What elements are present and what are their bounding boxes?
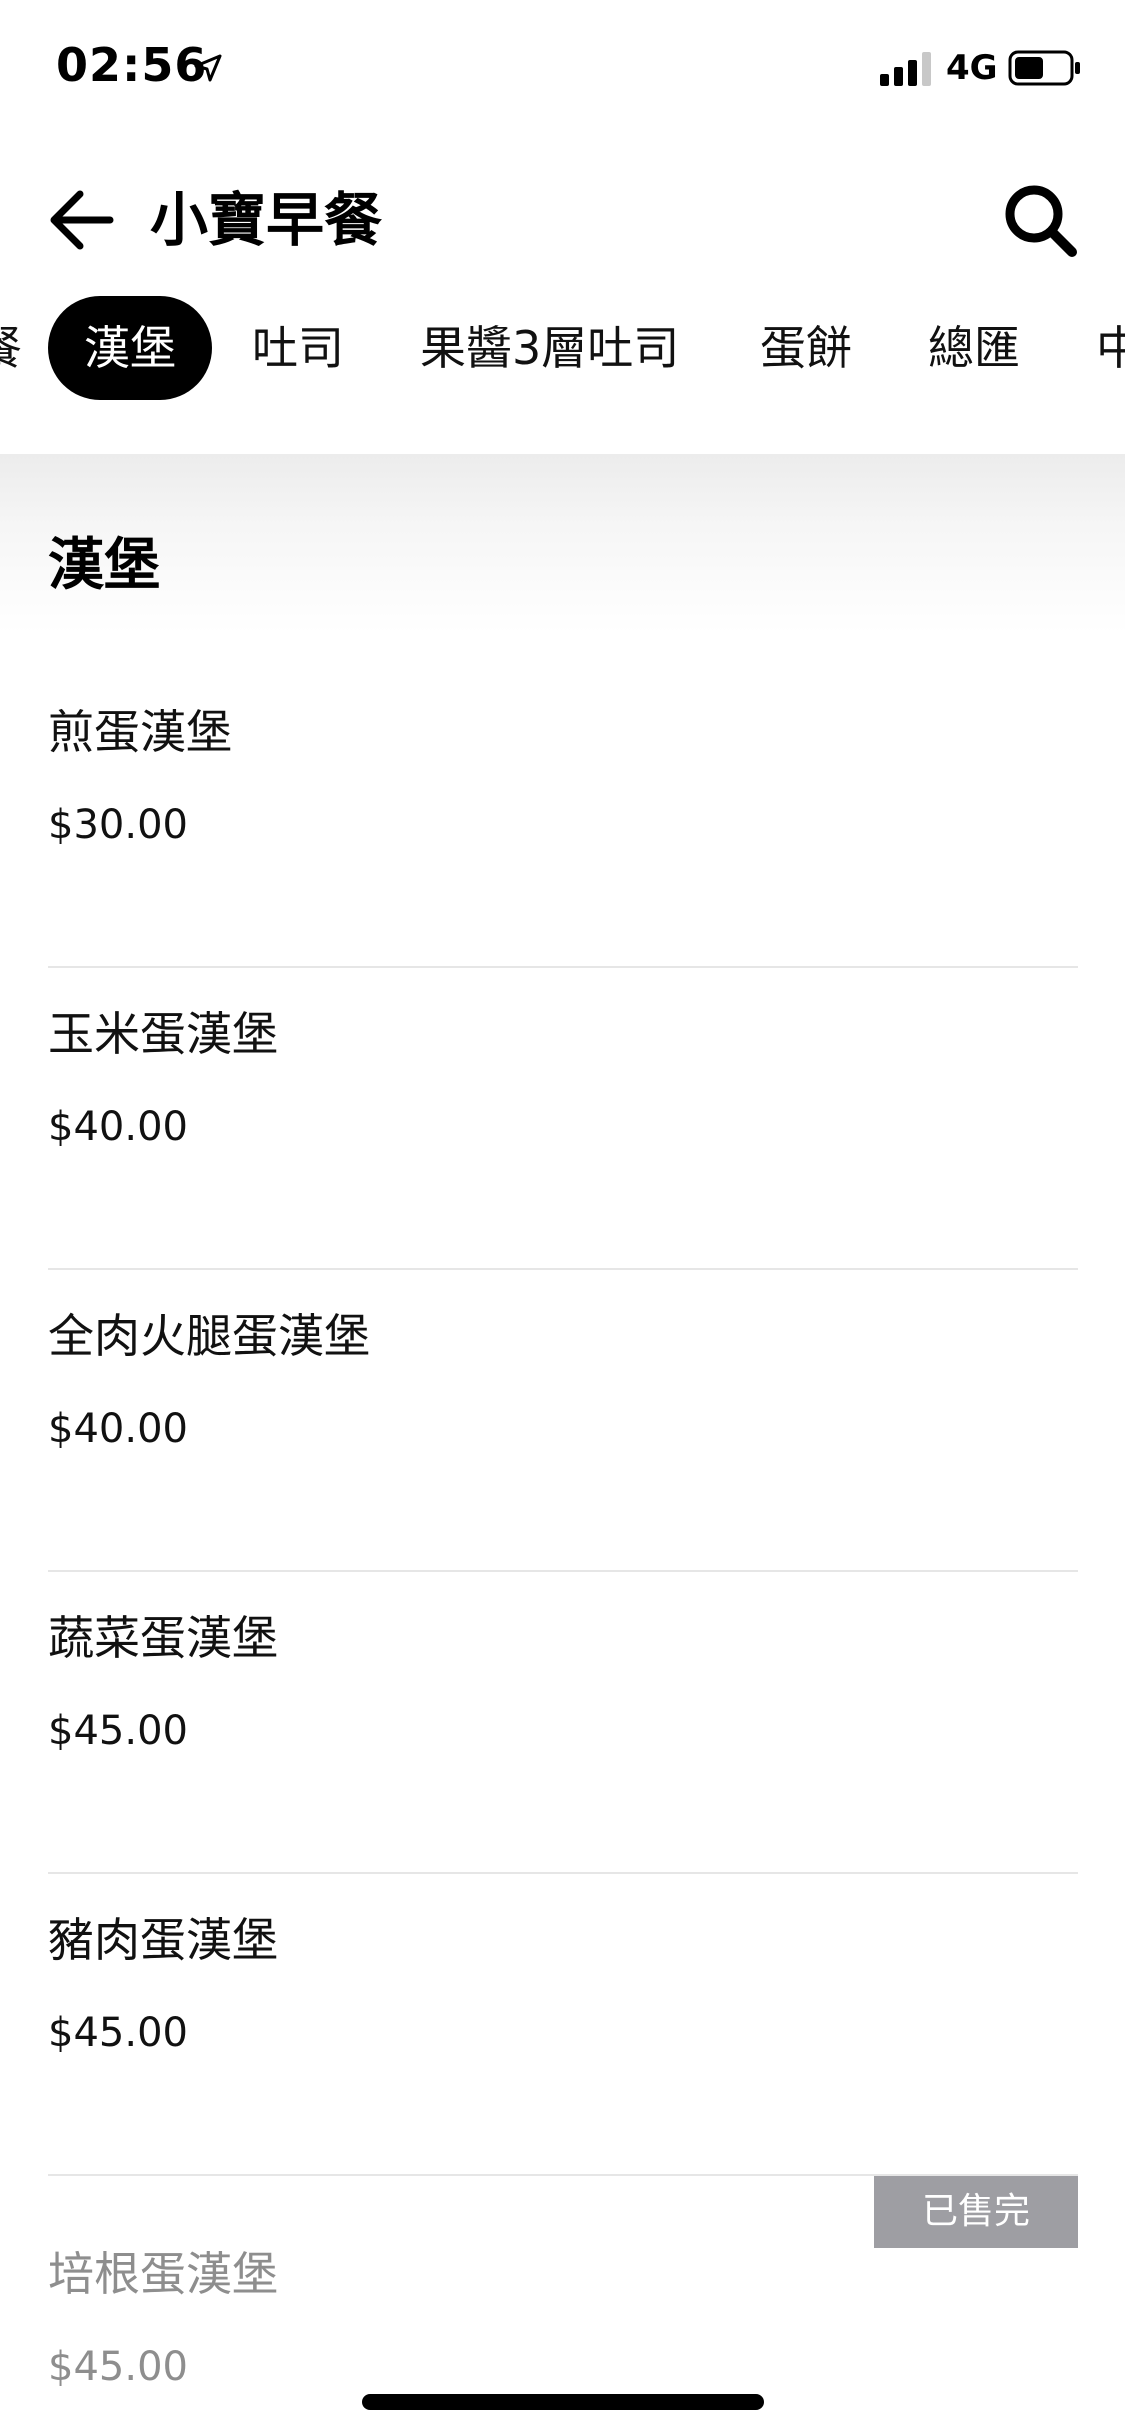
item-name: 煎蛋漢堡 bbox=[48, 705, 232, 759]
item-price: $40.00 bbox=[48, 1406, 188, 1452]
status-time: 02:56 bbox=[56, 38, 208, 92]
tab-burger[interactable]: 漢堡 bbox=[48, 296, 212, 400]
menu-item[interactable]: 玉米蛋漢堡 $40.00 bbox=[48, 968, 1078, 1270]
page-title: 小寶早餐 bbox=[150, 186, 383, 254]
item-price: $45.00 bbox=[48, 2344, 188, 2390]
search-icon bbox=[1005, 185, 1077, 257]
tab-club[interactable]: 總匯 bbox=[928, 296, 1020, 400]
item-price: $40.00 bbox=[48, 1104, 188, 1150]
category-tabs: 餐 漢堡 吐司 果醬3層吐司 蛋餅 總匯 中 bbox=[0, 292, 1125, 404]
menu-content: 漢堡 煎蛋漢堡 $30.00 玉米蛋漢堡 $40.00 全肉火腿蛋漢堡 $40.… bbox=[0, 454, 1125, 2436]
item-name: 蔬菜蛋漢堡 bbox=[48, 1611, 278, 1665]
home-indicator[interactable] bbox=[362, 2394, 764, 2410]
section-title: 漢堡 bbox=[48, 533, 160, 598]
battery-icon bbox=[1008, 50, 1080, 86]
item-name: 豬肉蛋漢堡 bbox=[48, 1913, 278, 1967]
search-button[interactable] bbox=[996, 176, 1086, 266]
tab-jam-triple-toast[interactable]: 果醬3層吐司 bbox=[420, 296, 679, 400]
location-arrow-icon bbox=[194, 54, 222, 82]
menu-item[interactable]: 豬肉蛋漢堡 $45.00 bbox=[48, 1874, 1078, 2176]
header: 小寶早餐 bbox=[0, 150, 1125, 280]
network-label: 4G bbox=[946, 48, 998, 88]
item-name: 全肉火腿蛋漢堡 bbox=[48, 1309, 370, 1363]
tab-toast[interactable]: 吐司 bbox=[252, 296, 344, 400]
tab-6[interactable]: 中 bbox=[1096, 296, 1125, 400]
content-shadow bbox=[0, 454, 1125, 634]
signal-icon bbox=[880, 52, 931, 86]
sold-out-badge: 已售完 bbox=[874, 2176, 1078, 2248]
tab-egg-pancake[interactable]: 蛋餅 bbox=[760, 296, 852, 400]
menu-item[interactable]: 蔬菜蛋漢堡 $45.00 bbox=[48, 1572, 1078, 1874]
menu-item[interactable]: 全肉火腿蛋漢堡 $40.00 bbox=[48, 1270, 1078, 1572]
back-button[interactable] bbox=[40, 180, 130, 260]
status-bar: 02:56 4G bbox=[0, 0, 1125, 132]
tab-0[interactable]: 餐 bbox=[0, 296, 22, 400]
menu-page: 02:56 4G 小寶早餐 漢堡 吐司 果醬3層吐司 蛋餅 總匯 中 漢堡 煎蛋… bbox=[0, 0, 1125, 2436]
item-price: $45.00 bbox=[48, 2010, 188, 2056]
item-price: $30.00 bbox=[48, 802, 188, 848]
item-name: 玉米蛋漢堡 bbox=[48, 1007, 278, 1061]
arrow-left-icon bbox=[50, 190, 114, 250]
item-price: $45.00 bbox=[48, 1708, 188, 1754]
item-name: 培根蛋漢堡 bbox=[48, 2247, 278, 2301]
menu-item[interactable]: 煎蛋漢堡 $30.00 bbox=[48, 666, 1078, 968]
